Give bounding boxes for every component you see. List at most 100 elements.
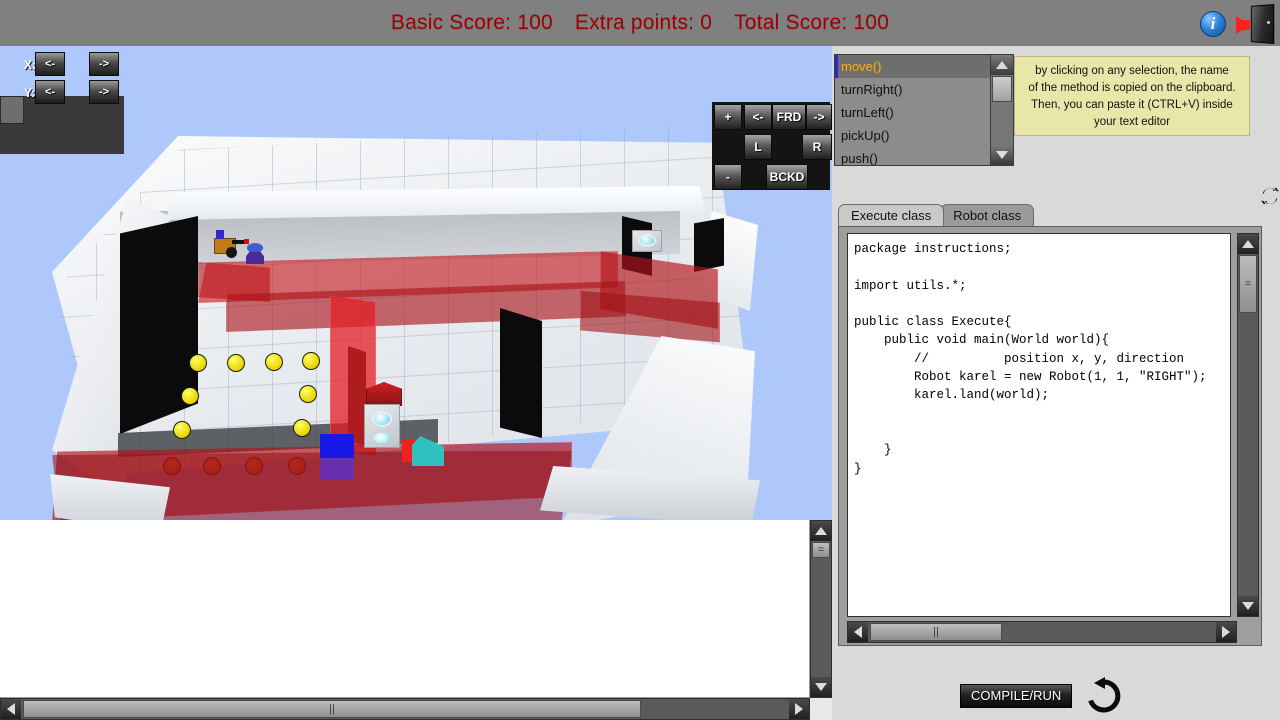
x-decrement-button[interactable]: <-	[35, 52, 65, 76]
editor-scroll-right-button[interactable]	[1216, 622, 1236, 642]
chevron-left-icon	[7, 703, 15, 715]
x-increment-button[interactable]: ->	[89, 52, 119, 76]
exit-door-shape	[1250, 4, 1275, 44]
method-scrollbar-thumb[interactable]	[992, 76, 1012, 102]
exit-door-icon[interactable]	[1236, 4, 1275, 44]
beeper-yellow[interactable]	[181, 387, 199, 405]
camera-zoom-out-button[interactable]: -	[714, 164, 742, 190]
camera-rotate-left-button[interactable]: L	[744, 134, 772, 160]
chevron-up-icon	[996, 61, 1008, 69]
chevron-up-icon	[815, 527, 827, 535]
top-score-bar: Basic Score: 100 Extra points: 0 Total S…	[0, 0, 1280, 46]
console-output-area	[0, 520, 810, 698]
editor-vertical-scrollbar[interactable]: =	[1237, 233, 1259, 617]
code-editor-area[interactable]: package instructions; import utils.*; pu…	[847, 233, 1231, 617]
console-vertical-scrollbar[interactable]: =	[810, 520, 832, 698]
console-scroll-up-button[interactable]	[811, 521, 831, 541]
method-list[interactable]: move() turnRight() turnLeft() pickUp() p…	[834, 54, 1014, 166]
chevron-down-icon	[815, 683, 827, 691]
camera-backward-button[interactable]: BCKD	[766, 164, 808, 190]
console-horizontal-scrollbar[interactable]: ||	[0, 698, 810, 720]
camera-right-button[interactable]: ->	[806, 104, 832, 130]
compile-run-row: COMPILE/RUN	[960, 676, 1124, 716]
editor-scroll-down-button[interactable]	[1238, 596, 1258, 616]
chevron-right-icon	[1222, 626, 1230, 638]
beeper-yellow[interactable]	[173, 421, 191, 439]
info-icon-glyph: i	[1210, 14, 1216, 33]
method-scroll-up-button[interactable]	[991, 55, 1013, 75]
editor-horizontal-scrollbar[interactable]: ||	[847, 621, 1237, 643]
cone-marker-top	[247, 243, 263, 252]
info-icon[interactable]: i	[1200, 11, 1226, 37]
exit-arrow-head	[1236, 16, 1250, 34]
editor-tab-bar: Execute class Robot class	[838, 204, 1035, 226]
chevron-left-icon	[854, 626, 862, 638]
method-item-turnleft[interactable]: turnLeft()	[835, 101, 1013, 124]
basic-score-label: Basic Score: 100	[390, 11, 553, 34]
y-decrement-button[interactable]: <-	[35, 80, 65, 104]
method-item-move[interactable]: move()	[835, 55, 1013, 78]
console-hscrollbar-thumb[interactable]: ||	[23, 700, 641, 718]
companion-cube-far-eye	[638, 234, 656, 247]
wall-dark-center	[500, 308, 542, 438]
total-score-label: Total Score: 100	[734, 11, 890, 34]
editor-scroll-up-button[interactable]	[1238, 234, 1258, 254]
console-scroll-down-button[interactable]	[811, 677, 831, 697]
score-line: Basic Score: 100 Extra points: 0 Total S…	[0, 0, 1280, 46]
chevron-down-icon	[1242, 602, 1254, 610]
camera-left-button[interactable]: <-	[744, 104, 772, 130]
y-increment-button[interactable]: ->	[89, 80, 119, 104]
companion-cube-eye-lower	[373, 433, 391, 443]
editor-scrollbar-thumb[interactable]: =	[1239, 255, 1257, 313]
editor-hscrollbar-thumb[interactable]: ||	[870, 623, 1002, 641]
method-item-push[interactable]: push()	[835, 147, 1013, 165]
application-window: Basic Score: 100 Extra points: 0 Total S…	[0, 0, 1280, 720]
extra-points-label: Extra points: 0	[574, 11, 713, 34]
tooltip-line-1: by clicking on any selection, the name	[1035, 65, 1229, 77]
editor-scroll-left-button[interactable]	[848, 622, 868, 642]
method-item-turnright[interactable]: turnRight()	[835, 78, 1013, 101]
refresh-icon[interactable]	[1258, 184, 1280, 208]
exit-door-knob	[1267, 21, 1270, 24]
y-axis-label: Y:	[24, 86, 36, 100]
console-scrollbar-thumb[interactable]: =	[812, 542, 830, 558]
robot-head	[216, 230, 224, 239]
method-list-scrollbar[interactable]	[990, 54, 1014, 166]
code-text[interactable]: package instructions; import utils.*; pu…	[848, 234, 1230, 484]
tab-execute-class[interactable]: Execute class	[838, 204, 945, 226]
camera-forward-button[interactable]: FRD	[772, 104, 806, 130]
companion-cube-eye	[372, 411, 392, 427]
xy-control-pad	[0, 96, 124, 154]
robot-arm-tip	[244, 239, 249, 244]
chevron-right-icon	[795, 703, 803, 715]
wall-dark-back-b	[694, 218, 724, 272]
beeper-yellow[interactable]	[299, 385, 317, 403]
karel-robot[interactable]	[210, 228, 249, 258]
beeper-yellow[interactable]	[293, 419, 311, 437]
beeper-yellow[interactable]	[302, 352, 320, 370]
code-editor-frame: package instructions; import utils.*; pu…	[838, 226, 1262, 646]
cube-purple[interactable]	[320, 458, 354, 480]
chevron-up-icon	[1242, 240, 1254, 248]
camera-zoom-in-button[interactable]: +	[714, 104, 742, 130]
chevron-down-icon	[996, 151, 1008, 159]
xy-pad-corner	[0, 96, 24, 124]
tooltip-line-2: of the method is copied on the clipboard…	[1028, 82, 1236, 94]
tooltip-line-4: your text editor	[1093, 116, 1171, 128]
method-item-pickup[interactable]: pickUp()	[835, 124, 1013, 147]
reload-icon[interactable]	[1084, 676, 1124, 716]
robot-wheel	[226, 247, 237, 258]
clipboard-hint-tooltip: by clicking on any selection, the name o…	[1014, 56, 1250, 136]
beeper-yellow[interactable]	[227, 354, 245, 372]
camera-rotate-right-button[interactable]: R	[802, 134, 832, 160]
beeper-yellow[interactable]	[265, 353, 283, 371]
console-scroll-right-button[interactable]	[789, 699, 809, 719]
world-scene	[0, 46, 832, 520]
console-scroll-left-button[interactable]	[1, 699, 21, 719]
tab-robot-class[interactable]: Robot class	[940, 204, 1035, 226]
world-3d-viewport[interactable]: X: Y: <- -> <- -> + <- FRD -> L R - BCKD	[0, 46, 832, 520]
topbar-icon-group: i	[1200, 4, 1275, 44]
method-scroll-down-button[interactable]	[991, 145, 1013, 165]
compile-run-button[interactable]: COMPILE/RUN	[960, 684, 1073, 708]
beeper-yellow[interactable]	[189, 354, 207, 372]
